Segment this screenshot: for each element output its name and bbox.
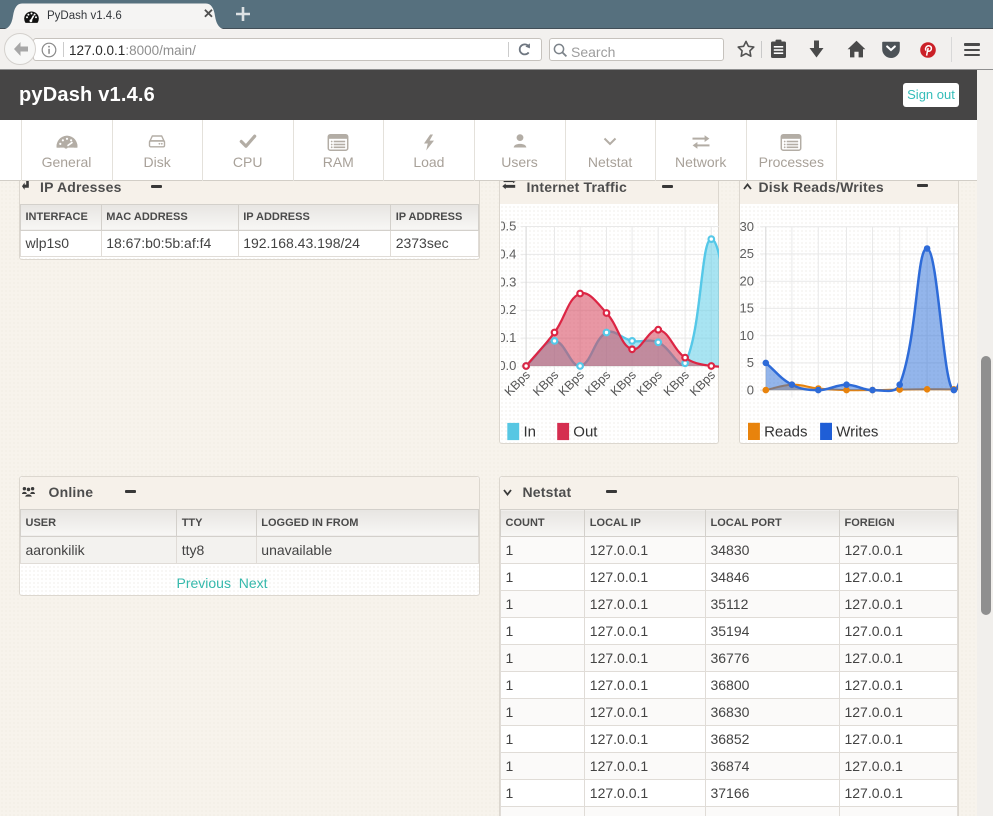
svg-text:20: 20	[740, 273, 754, 288]
svg-text:5: 5	[747, 355, 754, 370]
svg-text:KBps: KBps	[582, 367, 613, 398]
svg-text:KBps: KBps	[633, 367, 664, 398]
svg-text:25: 25	[740, 246, 754, 261]
svg-text:Reads: Reads	[764, 423, 807, 440]
svg-text:0: 0	[747, 382, 754, 397]
svg-text:0.4: 0.4	[501, 246, 516, 261]
svg-text:In: In	[523, 423, 536, 440]
svg-text:0.1: 0.1	[501, 330, 516, 345]
svg-text:Writes: Writes	[836, 423, 878, 440]
svg-text:KBps: KBps	[555, 367, 586, 398]
svg-text:KBps: KBps	[660, 367, 691, 398]
svg-text:0.5: 0.5	[501, 218, 516, 233]
svg-text:15: 15	[740, 300, 754, 315]
svg-text:KBps: KBps	[687, 367, 718, 398]
svg-text:0.3: 0.3	[501, 274, 516, 289]
svg-text:0.2: 0.2	[501, 302, 516, 317]
svg-text:0.0: 0.0	[501, 358, 516, 373]
svg-text:KBps: KBps	[607, 367, 638, 398]
svg-text:KBps: KBps	[530, 367, 561, 398]
svg-text:10: 10	[740, 328, 754, 343]
svg-text:Out: Out	[573, 423, 598, 440]
svg-text:30: 30	[740, 219, 754, 234]
